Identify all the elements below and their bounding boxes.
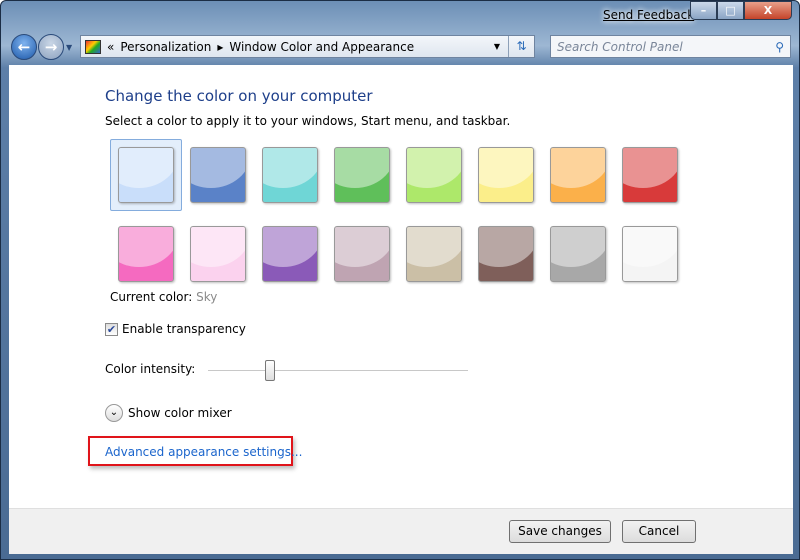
close-button[interactable]: X — [744, 1, 792, 20]
color-swatch[interactable] — [326, 139, 398, 211]
checkbox-check-icon[interactable]: ✔ — [105, 322, 118, 336]
breadcrumb-personalization[interactable]: Personalization — [120, 40, 211, 54]
color-swatch[interactable] — [326, 218, 398, 290]
window: Send Feedback – □ X ← → ▼ « Personalizat… — [0, 0, 800, 560]
color-mixer-label: Show color mixer — [128, 406, 232, 420]
color-swatch-tile[interactable] — [622, 226, 678, 282]
color-swatch[interactable] — [182, 139, 254, 211]
color-swatch-tile[interactable] — [190, 147, 246, 203]
color-swatch-tile[interactable] — [118, 147, 174, 203]
advanced-appearance-link[interactable]: Advanced appearance settings... — [105, 445, 302, 459]
color-swatch[interactable] — [470, 218, 542, 290]
search-icon[interactable]: ⚲ — [775, 40, 784, 54]
color-swatch-tile[interactable] — [262, 226, 318, 282]
color-swatch-tile[interactable] — [478, 147, 534, 203]
color-swatch-grid — [110, 139, 686, 290]
color-swatch-tile[interactable] — [190, 226, 246, 282]
personalization-icon — [85, 39, 101, 54]
color-swatch-tile[interactable] — [334, 226, 390, 282]
color-swatch[interactable] — [614, 139, 686, 211]
page-title: Change the color on your computer — [105, 87, 373, 105]
content-pane: Change the color on your computer Select… — [9, 65, 793, 508]
color-swatch[interactable] — [398, 218, 470, 290]
caption-buttons: – □ X — [690, 1, 792, 20]
save-changes-button[interactable]: Save changes — [509, 520, 611, 543]
color-intensity-label: Color intensity: — [105, 362, 196, 376]
page-subtitle: Select a color to apply it to your windo… — [105, 114, 511, 128]
show-color-mixer-button[interactable]: ⌄ Show color mixer — [105, 404, 232, 422]
color-swatch-tile[interactable] — [262, 147, 318, 203]
breadcrumb-overflow[interactable]: « — [107, 40, 114, 54]
refresh-icon[interactable]: ⇅ — [508, 36, 534, 57]
color-swatch-tile[interactable] — [334, 147, 390, 203]
address-bar[interactable]: « Personalization ▸ Window Color and App… — [80, 35, 535, 58]
minimize-button[interactable]: – — [690, 1, 717, 20]
color-swatch-tile[interactable] — [118, 226, 174, 282]
color-swatch-tile[interactable] — [550, 147, 606, 203]
slider-thumb[interactable] — [265, 360, 276, 381]
color-swatch-tile[interactable] — [478, 226, 534, 282]
color-swatch[interactable] — [398, 139, 470, 211]
recent-pages-dropdown[interactable]: ▼ — [66, 43, 72, 52]
color-swatch[interactable] — [614, 218, 686, 290]
color-swatch[interactable] — [110, 218, 182, 290]
back-button[interactable]: ← — [11, 34, 37, 60]
search-placeholder: Search Control Panel — [557, 39, 683, 54]
cancel-button[interactable]: Cancel — [622, 520, 696, 543]
maximize-button[interactable]: □ — [717, 1, 744, 20]
transparency-label: Enable transparency — [122, 322, 246, 336]
color-swatch[interactable] — [542, 218, 614, 290]
current-color: Current color: Sky — [110, 290, 217, 304]
color-swatch[interactable] — [254, 218, 326, 290]
color-swatch[interactable] — [470, 139, 542, 211]
chevron-down-icon[interactable]: ⌄ — [105, 404, 123, 422]
breadcrumb-separator[interactable]: ▸ — [217, 40, 223, 54]
navigation: ← → ▼ — [11, 34, 72, 60]
footer: Save changes Cancel — [9, 508, 793, 554]
current-color-label: Current color: — [110, 290, 193, 304]
color-swatch[interactable] — [542, 139, 614, 211]
color-swatch-tile[interactable] — [406, 226, 462, 282]
current-color-value: Sky — [196, 290, 218, 304]
forward-button[interactable]: → — [38, 34, 64, 60]
send-feedback-link[interactable]: Send Feedback — [603, 8, 694, 22]
color-swatch[interactable] — [254, 139, 326, 211]
address-dropdown-icon[interactable]: ▼ — [494, 42, 500, 51]
color-swatch[interactable] — [182, 218, 254, 290]
color-intensity-slider[interactable] — [208, 370, 468, 372]
color-swatch[interactable] — [110, 139, 182, 211]
color-swatch-tile[interactable] — [406, 147, 462, 203]
color-swatch-tile[interactable] — [550, 226, 606, 282]
breadcrumb-window-color[interactable]: Window Color and Appearance — [229, 40, 414, 54]
color-swatch-tile[interactable] — [622, 147, 678, 203]
enable-transparency-checkbox[interactable]: ✔ Enable transparency — [105, 322, 246, 336]
search-input[interactable]: Search Control Panel ⚲ — [550, 35, 791, 58]
